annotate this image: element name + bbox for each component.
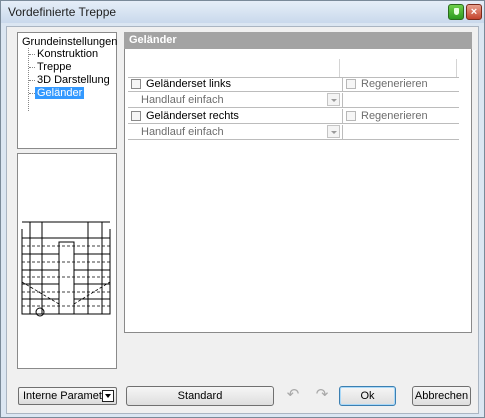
title-bar[interactable]: Vordefinierte Treppe × (1, 1, 484, 23)
column-divider (342, 93, 343, 107)
chevron-down-icon[interactable] (102, 390, 114, 402)
railing-left-row: Geländerset links Regenerieren (128, 77, 459, 92)
railing-right-checkbox[interactable] (131, 111, 141, 121)
tree-item-gelaender[interactable]: Geländer (35, 87, 85, 99)
grid-header-divider (456, 59, 457, 77)
cancel-button[interactable]: Abbrechen (412, 386, 471, 406)
standard-button[interactable]: Standard (126, 386, 274, 406)
dialog-client-area: Grundeinstellungen Konstruktion Treppe 3… (6, 26, 479, 414)
column-divider (342, 77, 343, 91)
column-divider (342, 125, 343, 139)
handrail-left-row: Handlauf einfach (128, 93, 459, 108)
stair-plan-drawing (21, 221, 111, 317)
tree-item-treppe[interactable]: Treppe (37, 61, 71, 73)
column-divider (342, 109, 343, 123)
tree-item-konstruktion[interactable]: Konstruktion (37, 48, 98, 60)
handrail-right-value: Handlauf einfach (141, 126, 224, 138)
dialog-window: Vordefinierte Treppe × Grundeinstellunge… (0, 0, 485, 418)
panel-header: Geländer (124, 32, 472, 49)
handrail-right-dropdown-button[interactable] (327, 125, 340, 138)
parameter-source-select[interactable]: Interne Parameter (18, 387, 117, 405)
redo-icon[interactable]: ↷ (313, 387, 331, 403)
railing-left-checkbox[interactable] (131, 79, 141, 89)
stair-preview (17, 153, 117, 369)
window-title: Vordefinierte Treppe (8, 5, 117, 19)
undo-icon[interactable]: ↶ (284, 387, 302, 403)
railing-right-row: Geländerset rechts Regenerieren (128, 109, 459, 124)
grid-header-divider (339, 59, 340, 77)
tree-item-3d-darstellung[interactable]: 3D Darstellung (37, 74, 110, 86)
handrail-right-row: Handlauf einfach (128, 125, 459, 140)
handrail-left-dropdown-button[interactable] (327, 93, 340, 106)
handrail-left-value: Handlauf einfach (141, 94, 224, 106)
tree-item-grundeinstellungen[interactable]: Grundeinstellungen (22, 36, 117, 48)
railing-left-label: Geländerset links (146, 78, 231, 90)
panel-title: Geländer (129, 34, 177, 46)
ok-button[interactable]: Ok (339, 386, 396, 406)
gelaender-panel: Geländer Geländerset links Regenerieren … (124, 32, 472, 333)
close-button[interactable]: × (466, 4, 482, 20)
tree-connector (29, 67, 35, 68)
tree-connector (29, 54, 35, 55)
settings-tree[interactable]: Grundeinstellungen Konstruktion Treppe 3… (17, 32, 117, 149)
regenerate-right-label: Regenerieren (361, 110, 428, 122)
grid-header (128, 59, 459, 78)
shield-icon[interactable] (448, 4, 464, 20)
tree-connector (29, 80, 35, 81)
parameter-source-value: Interne Parameter (23, 390, 112, 402)
railing-right-label: Geländerset rechts (146, 110, 239, 122)
regenerate-left-label: Regenerieren (361, 78, 428, 90)
regenerate-left-checkbox[interactable] (346, 79, 356, 89)
regenerate-right-checkbox[interactable] (346, 111, 356, 121)
